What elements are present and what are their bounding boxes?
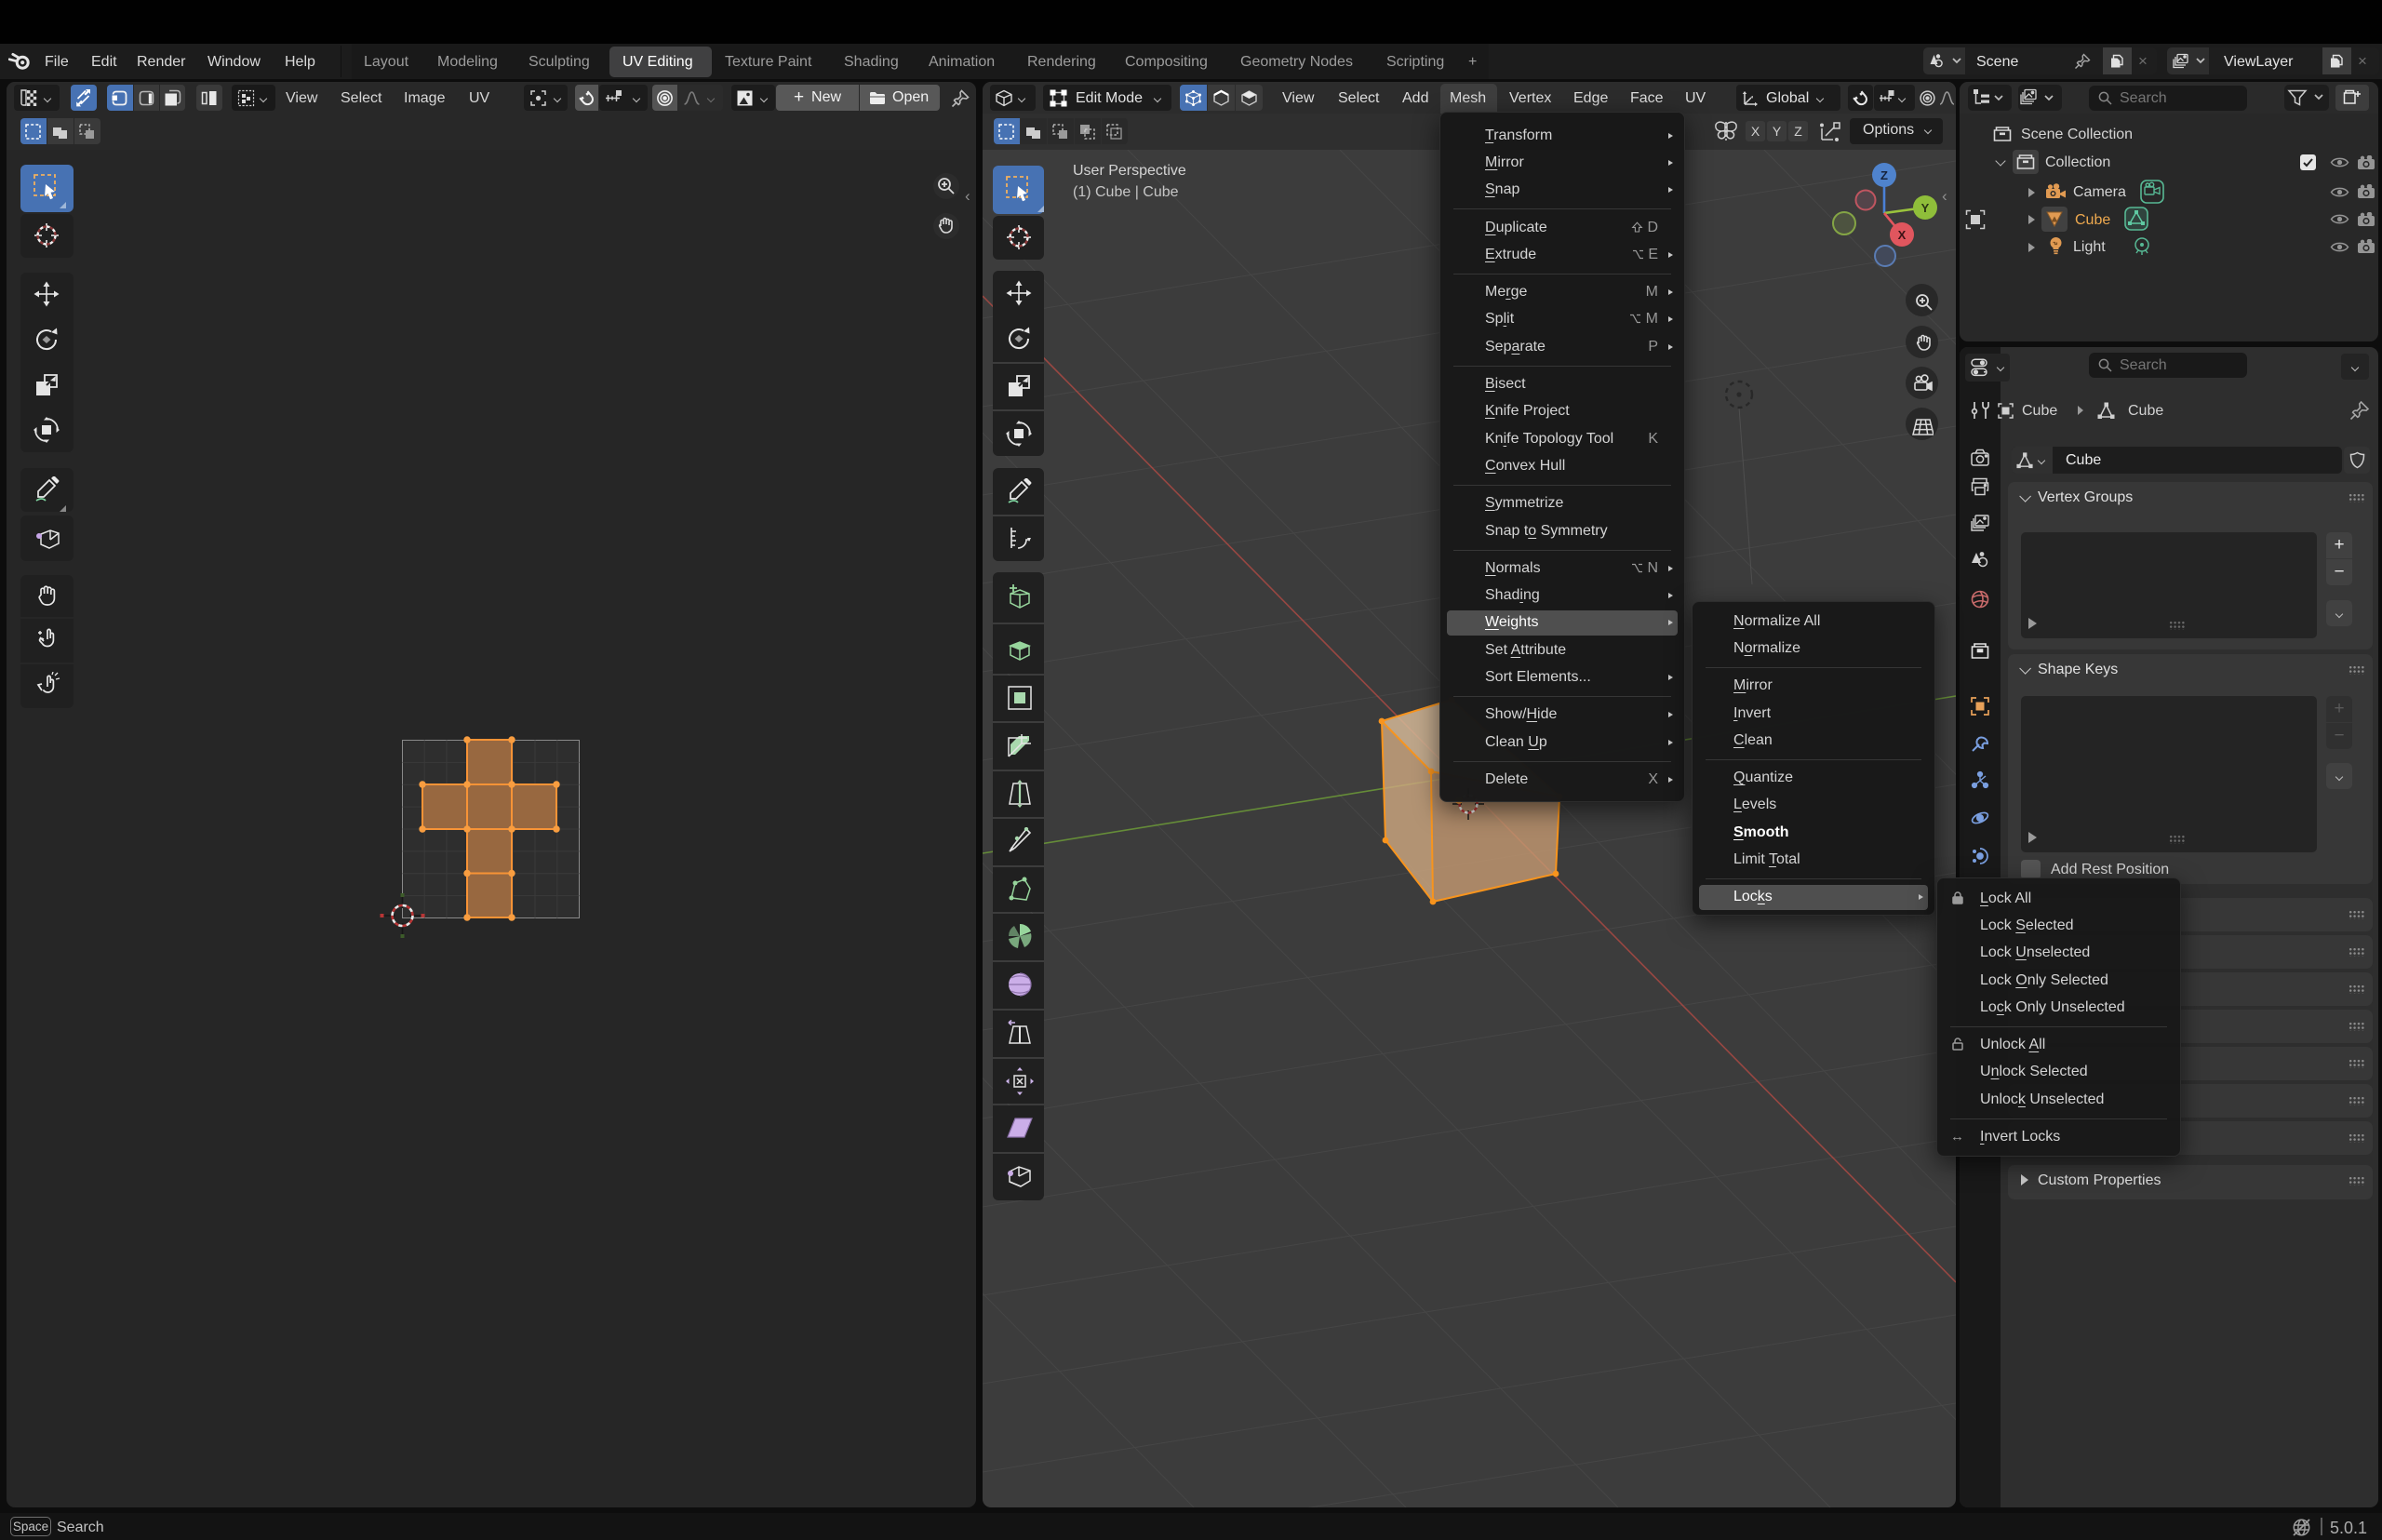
svg-text:Z: Z <box>1880 168 1888 182</box>
svg-text:Y: Y <box>1921 201 1930 215</box>
svg-text:X: X <box>1898 228 1907 242</box>
